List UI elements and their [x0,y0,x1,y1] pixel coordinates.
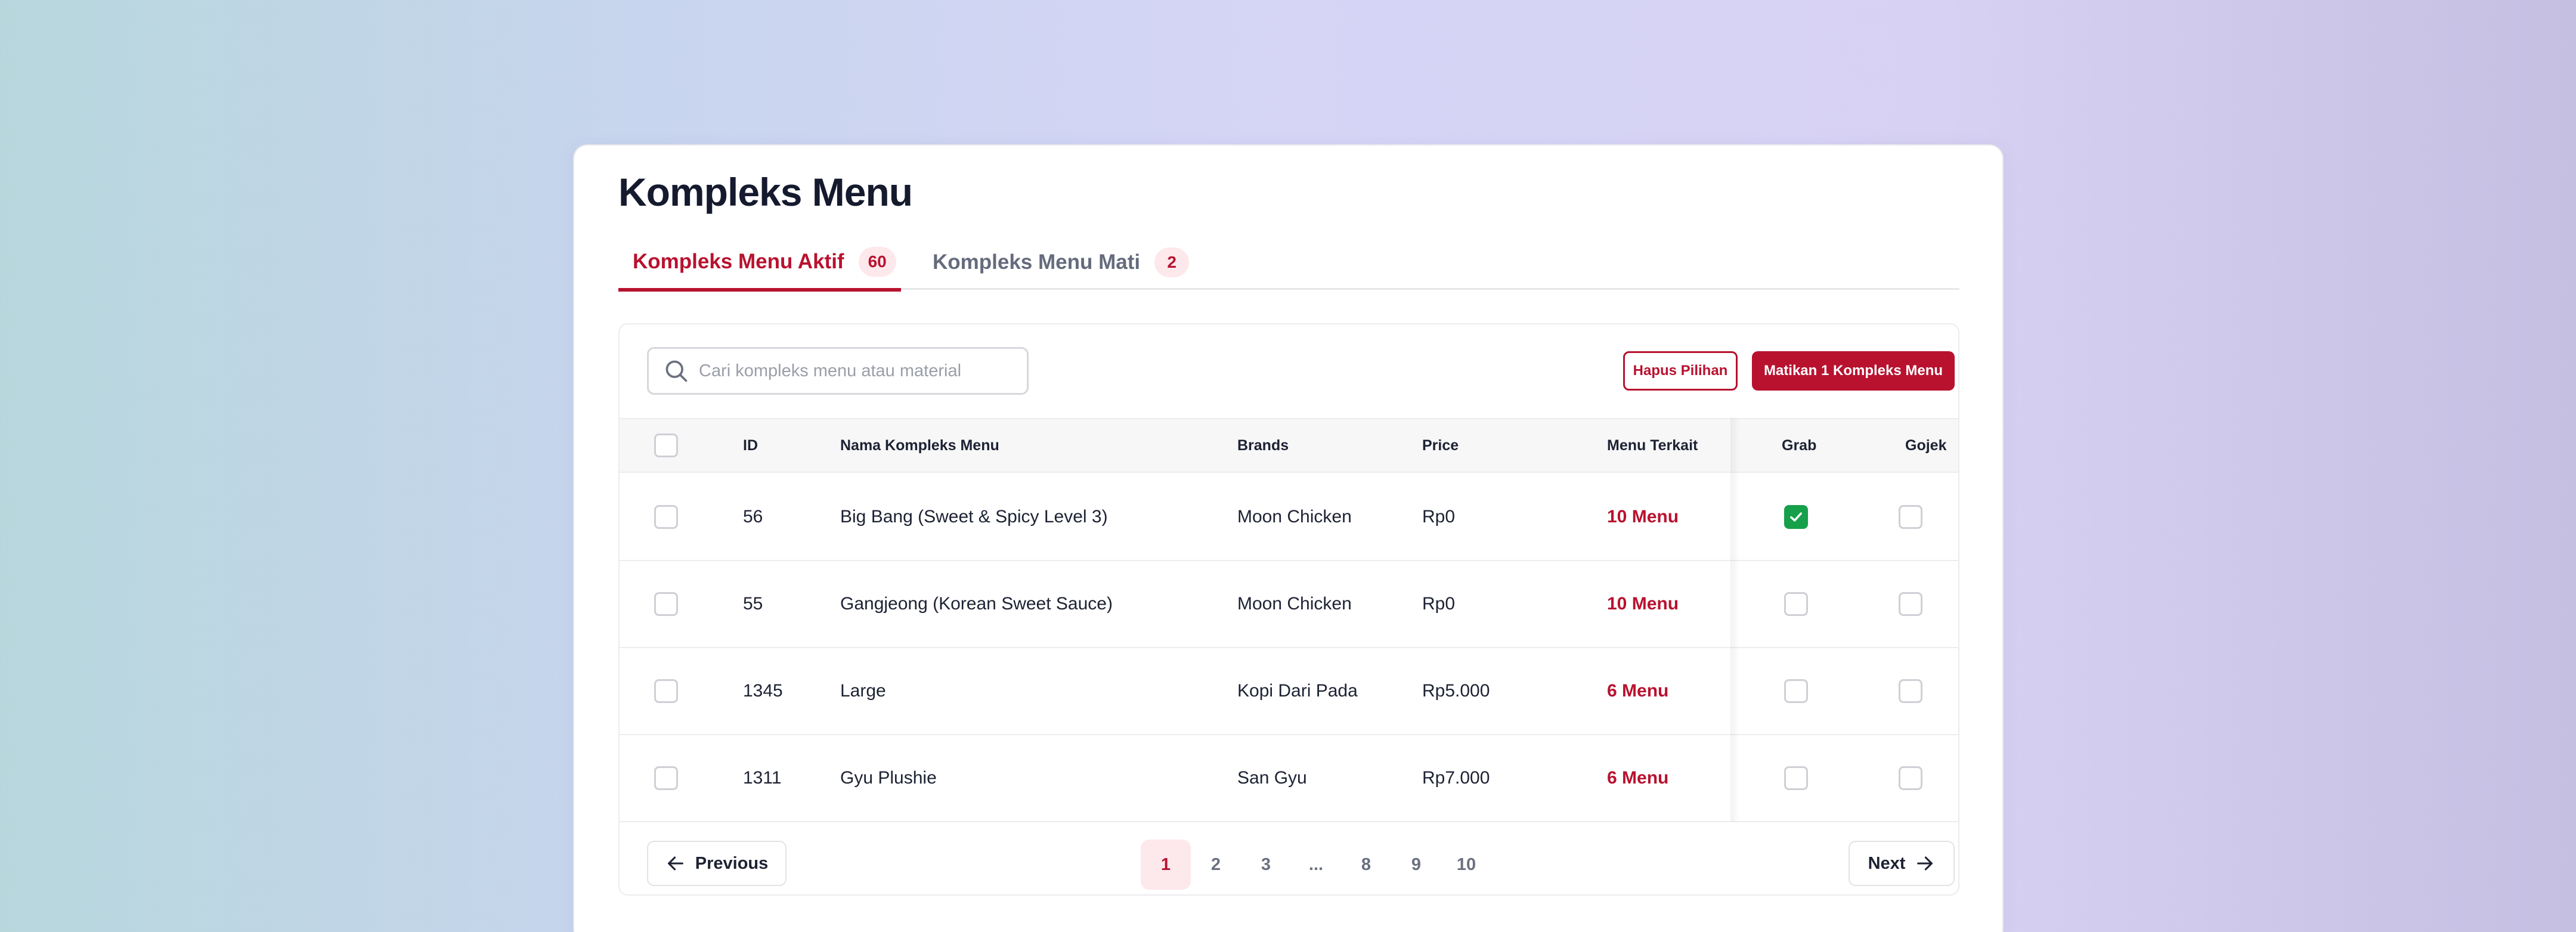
row-price: Rp0 [1422,507,1456,527]
table-panel: Hapus Pilihan Matikan 1 Kompleks Menu ID… [618,323,1959,896]
row-grab-cell [1784,561,1808,647]
table-row[interactable]: 1311 Gyu Plushie San Gyu Rp7.000 6 Menu [620,735,1958,822]
page-number[interactable]: 9 [1391,840,1441,890]
page-numbers: 1 2 3... 8 9 10 [1141,840,1491,890]
tab-count-badge: 2 [1154,247,1190,277]
gojek-checkbox[interactable] [1899,766,1922,790]
row-brand: Moon Chicken [1237,594,1352,614]
arrow-left-icon [667,856,683,871]
column-header-brands: Brands [1237,436,1289,454]
select-all-checkbox[interactable] [654,434,678,457]
table-header: ID Nama Kompleks Menu Brands Price Menu … [620,418,1958,473]
row-brand: San Gyu [1237,768,1307,788]
row-id: 1311 [743,768,782,788]
sticky-column-divider [1730,418,1740,822]
search-icon [665,360,688,382]
row-brand: Moon Chicken [1237,507,1352,527]
tab-kompleks-menu-aktif[interactable]: Kompleks Menu Aktif 60 [618,235,901,292]
next-label: Next [1868,853,1906,873]
row-price: Rp0 [1422,594,1456,614]
page-title: Kompleks Menu [618,170,913,214]
row-name: Gyu Plushie [840,768,937,788]
gojek-checkbox[interactable] [1899,592,1922,616]
row-gojek-cell [1899,735,1922,821]
search-input[interactable] [699,361,1021,381]
column-header-name: Nama Kompleks Menu [840,436,999,454]
row-grab-cell [1784,735,1808,821]
page-number[interactable]: 8 [1341,840,1391,890]
row-id: 56 [743,507,763,527]
row-gojek-cell [1899,648,1922,734]
column-header-price: Price [1422,436,1459,454]
column-header-id: ID [743,436,758,454]
page-ellipsis: ... [1308,854,1324,874]
row-brand: Kopi Dari Pada [1237,681,1358,701]
row-select-cell [654,735,678,821]
gojek-checkbox[interactable] [1899,679,1922,703]
row-name: Big Bang (Sweet & Spicy Level 3) [840,507,1108,527]
page-number[interactable]: 10 [1441,840,1491,890]
search-box[interactable] [647,347,1029,395]
row-gojek-cell [1899,561,1922,647]
kompleks-menu-card: Kompleks Menu Kompleks Menu Aktif 60 Kom… [573,144,2004,932]
row-grab-cell [1784,474,1808,560]
table-row[interactable]: 55 Gangjeong (Korean Sweet Sauce) Moon Chi… [620,561,1958,648]
table-row[interactable]: 56 Big Bang (Sweet & Spicy Level 3) Moon C… [620,474,1958,561]
previous-label: Previous [695,853,769,873]
table-row[interactable]: 1345 Large Kopi Dari Pada Rp5.000 6 Menu [620,648,1958,735]
column-header-grab: Grab [1782,436,1817,454]
row-menu-terkait-link[interactable]: 6 Menu [1607,735,1668,821]
tab-bar: Kompleks Menu Aktif 60 Kompleks Menu Mat… [618,235,1959,292]
next-page-button[interactable]: Next [1849,841,1955,886]
row-select-checkbox[interactable] [654,505,678,529]
tab-label: Kompleks Menu Mati [933,250,1141,274]
arrow-right-icon [1917,856,1933,871]
row-grab-cell [1784,648,1808,734]
column-header-menu-terkait: Menu Terkait [1607,436,1698,454]
row-gojek-cell [1899,474,1922,560]
deactivate-selected-button[interactable]: Matikan 1 Kompleks Menu [1752,351,1955,391]
row-price: Rp7.000 [1422,768,1490,788]
row-name: Gangjeong (Korean Sweet Sauce) [840,594,1113,614]
grab-checkbox[interactable] [1784,766,1808,790]
previous-page-button[interactable]: Previous [647,841,787,886]
row-menu-terkait-link[interactable]: 10 Menu [1607,474,1679,560]
row-id: 55 [743,594,763,614]
row-select-checkbox[interactable] [654,592,678,616]
gojek-checkbox[interactable] [1899,505,1922,529]
row-select-cell [654,474,678,560]
row-menu-terkait-link[interactable]: 6 Menu [1607,648,1668,734]
page-number[interactable]: 1 [1141,840,1191,890]
column-header-gojek: Gojek [1905,436,1947,454]
checkmark-icon [1790,512,1802,522]
page-number[interactable]: 2 [1191,840,1241,890]
tab-count-badge: 60 [858,246,896,277]
grab-checkbox[interactable] [1784,505,1808,529]
row-select-checkbox[interactable] [654,766,678,790]
tab-kompleks-menu-mati[interactable]: Kompleks Menu Mati 2 [933,235,1190,290]
page-number[interactable]: 3 [1241,840,1291,890]
select-all-cell [654,419,678,472]
tab-label: Kompleks Menu Aktif [633,249,844,273]
row-price: Rp5.000 [1422,681,1490,701]
grab-checkbox[interactable] [1784,679,1808,703]
row-name: Large [840,681,886,701]
clear-selection-button[interactable]: Hapus Pilihan [1623,351,1738,391]
row-menu-terkait-link[interactable]: 10 Menu [1607,561,1679,647]
row-select-cell [654,561,678,647]
grab-checkbox[interactable] [1784,592,1808,616]
row-id: 1345 [743,681,783,701]
row-select-checkbox[interactable] [654,679,678,703]
row-select-cell [654,648,678,734]
